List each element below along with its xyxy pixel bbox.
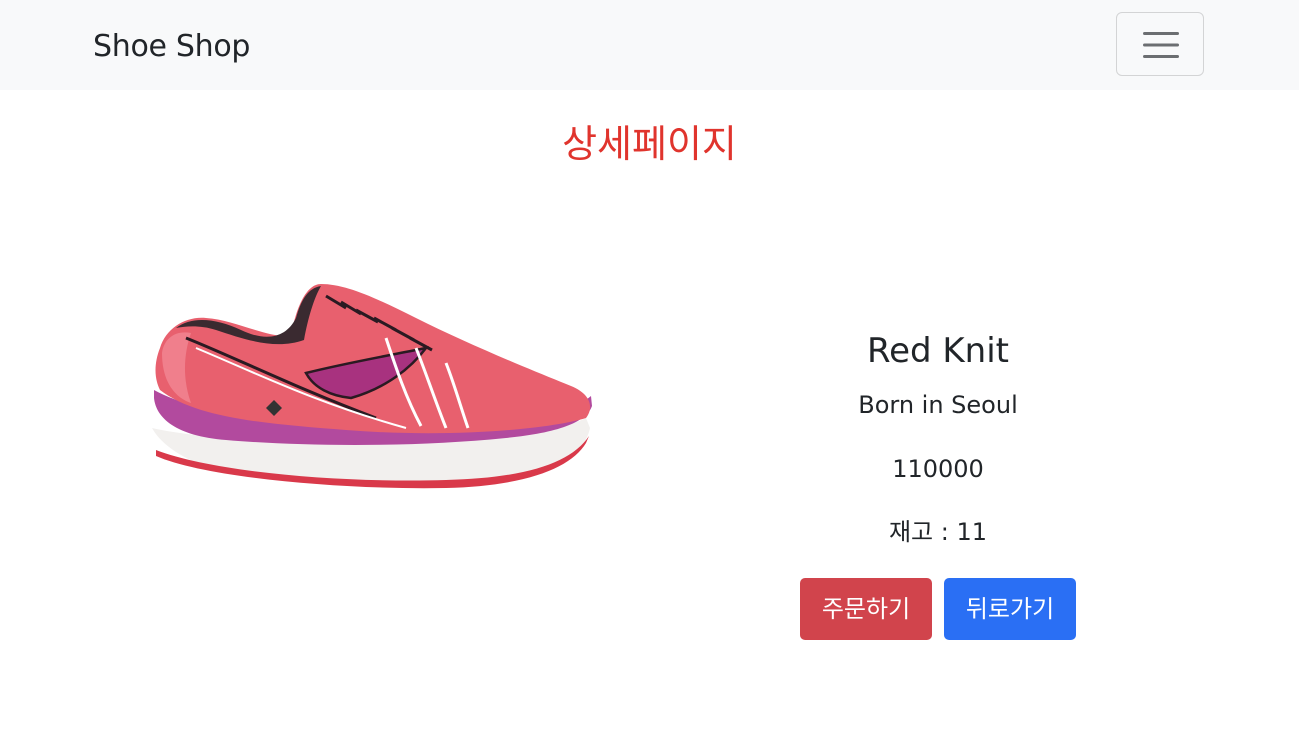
order-button[interactable]: 주문하기 [800,578,932,640]
navbar-toggler-button[interactable] [1116,12,1204,76]
product-stock: 재고 : 11 [738,516,1138,548]
product-description: Born in Seoul [858,391,1018,419]
shoe-image [152,284,592,489]
hamburger-icon [1143,32,1179,58]
stock-value: 11 [956,518,988,546]
page-title: 상세페이지 [562,122,737,166]
navbar: Shoe Shop [0,0,1299,90]
back-button[interactable]: 뒤로가기 [944,578,1076,640]
stock-label: 재고 : [888,518,957,546]
brand-link[interactable]: Shoe Shop [93,27,250,67]
product-price: 110000 [892,455,984,483]
product-name: Red Knit [866,331,1010,371]
